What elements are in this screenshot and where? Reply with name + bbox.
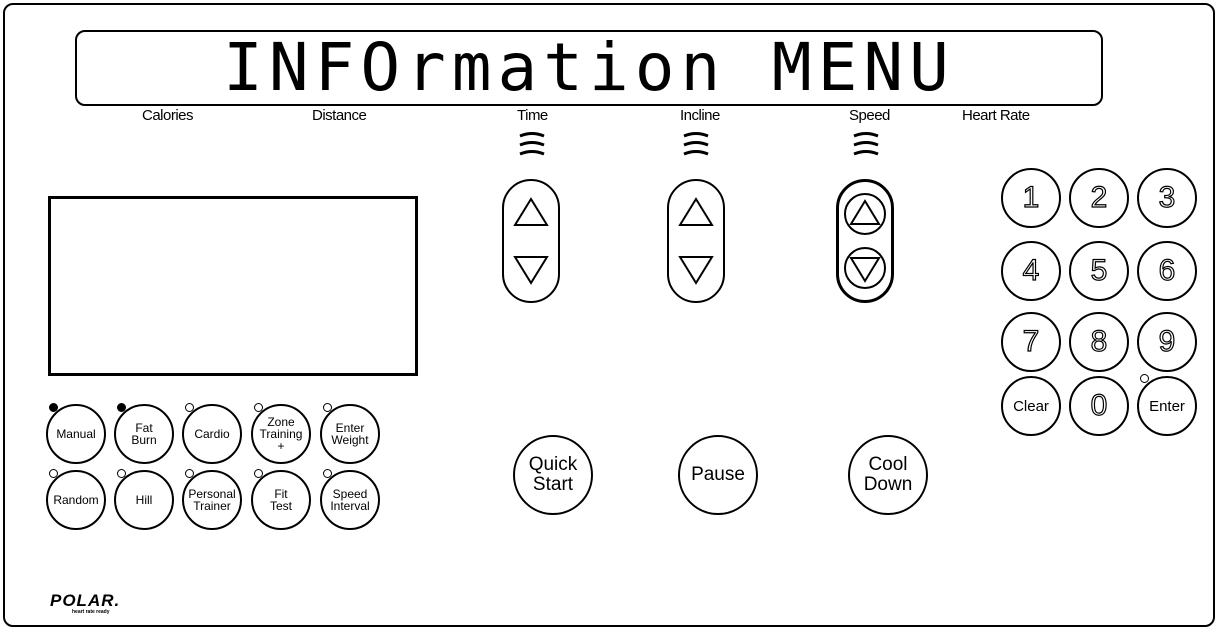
message-display: INFOrmation MENU [75,30,1103,106]
time-down-button[interactable] [509,247,553,291]
hill-button[interactable]: Hill [114,470,174,530]
polar-logo: POLAR. heart rate ready [50,591,120,615]
calories-label: Calories [142,107,194,124]
logo-brand: POLAR. [50,591,121,610]
time-label: Time [517,107,548,124]
random-led [49,469,58,478]
fit-test-led [254,469,263,478]
incline-label: Incline [680,107,720,124]
keypad-2[interactable]: 2 [1069,168,1129,228]
enter-led [1140,374,1149,383]
time-rocker [502,179,560,303]
enter-weight-button[interactable]: Enter Weight [320,404,380,464]
keypad-4[interactable]: 4 [1001,241,1061,301]
keypad-clear[interactable]: Clear [1001,376,1061,436]
speed-interval-led [323,469,332,478]
fat-burn-button[interactable]: Fat Burn [114,404,174,464]
speed-label: Speed [849,107,890,124]
incline-up-button[interactable] [674,191,718,235]
speed-interval-button[interactable]: Speed Interval [320,470,380,530]
fat-burn-led [117,403,126,412]
speed-down-button[interactable] [843,246,887,290]
wave-icon [516,130,548,160]
incline-down-button[interactable] [674,247,718,291]
speed-up-button[interactable] [843,192,887,236]
wave-icon [850,130,882,160]
keypad-3[interactable]: 3 [1137,168,1197,228]
treadmill-console-panel: INFOrmation MENU Calories Distance Time … [3,3,1215,627]
heart-rate-label: Heart Rate [962,107,1030,124]
zone-training-button[interactable]: Zone Training + [251,404,311,464]
quick-start-button[interactable]: Quick Start [513,435,593,515]
fit-test-button[interactable]: Fit Test [251,470,311,530]
keypad-9[interactable]: 9 [1137,312,1197,372]
display-text: INFOrmation MENU [223,29,955,106]
time-up-button[interactable] [509,191,553,235]
distance-label: Distance [312,107,367,124]
cool-down-button[interactable]: Cool Down [848,435,928,515]
keypad-0[interactable]: 0 [1069,376,1129,436]
wave-icon [680,130,712,160]
cardio-led [185,403,194,412]
enter-weight-led [323,403,332,412]
cardio-button[interactable]: Cardio [182,404,242,464]
manual-button[interactable]: Manual [46,404,106,464]
keypad-5[interactable]: 5 [1069,241,1129,301]
data-screen [48,196,418,376]
pause-button[interactable]: Pause [678,435,758,515]
hill-led [117,469,126,478]
keypad-8[interactable]: 8 [1069,312,1129,372]
keypad-6[interactable]: 6 [1137,241,1197,301]
speed-rocker [836,179,894,303]
personal-trainer-button[interactable]: Personal Trainer [182,470,242,530]
keypad-enter[interactable]: Enter [1137,376,1197,436]
random-button[interactable]: Random [46,470,106,530]
incline-rocker [667,179,725,303]
keypad-7[interactable]: 7 [1001,312,1061,372]
personal-trainer-led [185,469,194,478]
manual-led [49,403,58,412]
keypad-1[interactable]: 1 [1001,168,1061,228]
zone-training-led [254,403,263,412]
